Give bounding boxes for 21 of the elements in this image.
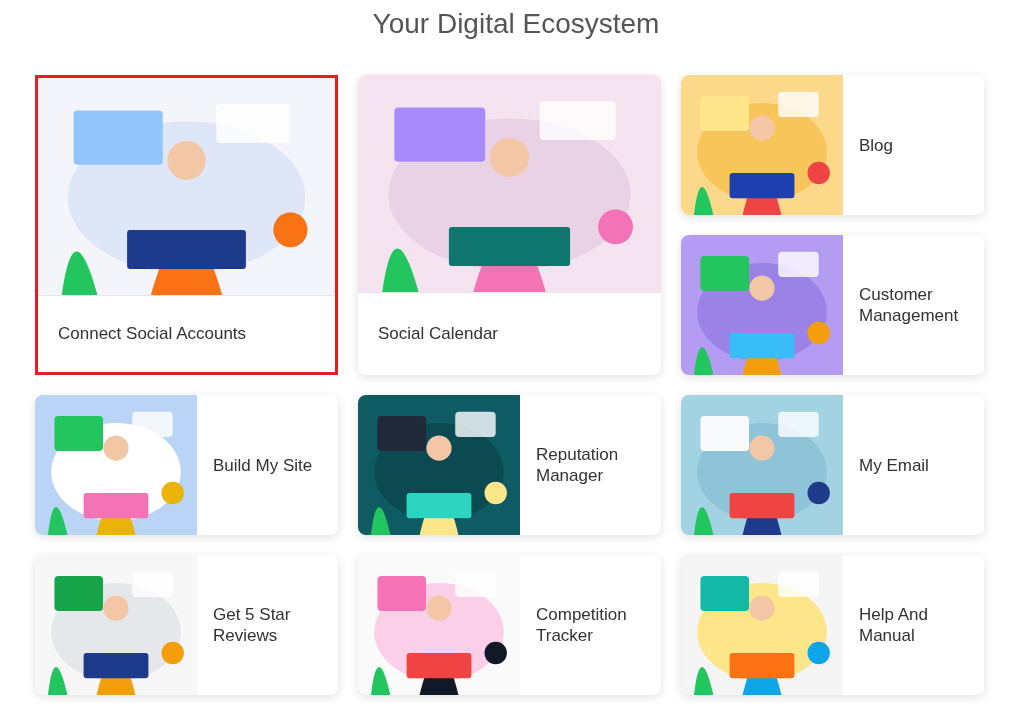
card-label: Competition Tracker	[536, 604, 628, 646]
page-title: Your Digital Ecosystem	[372, 7, 660, 41]
card-label: Customer Management	[859, 284, 960, 326]
card-label: Connect Social Accounts	[58, 323, 247, 346]
feature-card[interactable]: Reputation Manager	[358, 395, 661, 535]
card-label: Reputation Manager	[536, 444, 620, 486]
feature-card[interactable]: Get 5 Star Reviews	[35, 555, 338, 695]
card-label: Get 5 Star Reviews	[213, 604, 292, 646]
feature-card[interactable]: Help And Manual	[681, 555, 984, 695]
feature-card[interactable]: Build My Site	[35, 395, 338, 535]
feature-card[interactable]: Customer Management	[681, 235, 984, 375]
feature-card[interactable]: My Email	[681, 395, 984, 535]
feature-card[interactable]: Blog	[681, 75, 984, 215]
card-label: My Email	[859, 454, 929, 476]
feature-card[interactable]: Connect Social Accounts	[35, 75, 338, 375]
card-label: Social Calendar	[378, 323, 498, 346]
feature-card[interactable]: Competition Tracker	[358, 555, 661, 695]
card-label: Blog	[859, 134, 894, 156]
card-label: Build My Site	[213, 454, 313, 476]
card-label: Help And Manual	[859, 604, 929, 646]
feature-card[interactable]: Social Calendar	[358, 75, 661, 375]
